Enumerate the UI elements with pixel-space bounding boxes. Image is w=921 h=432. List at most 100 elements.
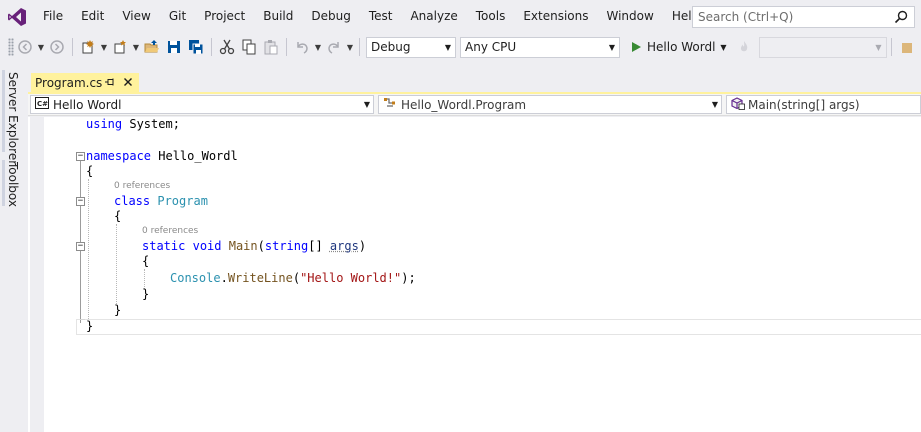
undo-icon[interactable] bbox=[291, 36, 313, 58]
menu-git[interactable]: Git bbox=[160, 0, 195, 33]
configuration-value: Debug bbox=[371, 40, 411, 54]
toolbox-tab[interactable]: Toolbox bbox=[6, 162, 20, 207]
menu-file[interactable]: File bbox=[34, 0, 72, 33]
code-line-using[interactable]: using System; bbox=[86, 117, 180, 132]
code-line-method[interactable]: static void Main(string[] args) bbox=[142, 239, 366, 254]
navigate-forward-icon[interactable] bbox=[46, 36, 68, 58]
keyword-static: static bbox=[142, 239, 186, 253]
code-line-brace[interactable]: { bbox=[114, 209, 121, 224]
paste-icon[interactable] bbox=[260, 36, 282, 58]
menu-project[interactable]: Project bbox=[195, 0, 254, 33]
keyword-class: class bbox=[114, 194, 151, 208]
codelens-references[interactable]: 0 references bbox=[114, 181, 170, 191]
document-tab-strip: Program.cs bbox=[28, 68, 921, 94]
menu-test[interactable]: Test bbox=[360, 0, 402, 33]
codelens-references[interactable]: 0 references bbox=[142, 226, 198, 236]
redo-icon[interactable] bbox=[323, 36, 345, 58]
type-select[interactable]: Hello_Wordl.Program ▼ bbox=[378, 95, 722, 114]
menu-analyze[interactable]: Analyze bbox=[401, 0, 466, 33]
standard-toolbar: ▼ ▼ ▼ ▼ ▼ Debug ▼ Any CPU ▼ Hello Wordl … bbox=[0, 33, 921, 61]
save-all-icon[interactable] bbox=[185, 36, 207, 58]
search-icon[interactable] bbox=[894, 10, 908, 27]
search-input[interactable]: Search (Ctrl+Q) bbox=[692, 6, 915, 28]
code-line-brace[interactable]: } bbox=[114, 303, 121, 318]
chevron-down-icon[interactable]: ▼ bbox=[36, 36, 46, 58]
code-line-brace[interactable]: } bbox=[86, 319, 93, 334]
left-tool-window-rail: Server Explorer Toolbox bbox=[0, 68, 28, 432]
navigate-back-icon[interactable] bbox=[14, 36, 36, 58]
code-line-brace[interactable]: { bbox=[86, 164, 93, 179]
chevron-down-icon[interactable]: ▼ bbox=[720, 43, 726, 52]
save-icon[interactable] bbox=[163, 36, 185, 58]
class-name: Program bbox=[157, 194, 208, 208]
outline-end-tick bbox=[80, 319, 85, 320]
code-line-class[interactable]: class Program bbox=[114, 194, 208, 209]
server-explorer-tab-bar bbox=[2, 70, 5, 152]
string-literal: "Hello World!" bbox=[300, 271, 402, 285]
svg-text:C#: C# bbox=[37, 100, 48, 108]
solution-configuration-select[interactable]: Debug ▼ bbox=[366, 36, 456, 58]
keyword-void: void bbox=[192, 239, 222, 253]
member-value: Main(string[] args) bbox=[748, 97, 860, 112]
chevron-down-icon[interactable]: ▼ bbox=[131, 36, 141, 58]
array-brackets: [] bbox=[308, 239, 330, 253]
start-debugging-button[interactable]: Hello Wordl ▼ bbox=[626, 36, 731, 58]
hot-reload-icon[interactable] bbox=[733, 36, 755, 58]
pin-icon[interactable] bbox=[104, 76, 116, 91]
solution-platform-select[interactable]: Any CPU ▼ bbox=[460, 36, 620, 58]
tab-program-cs[interactable]: Program.cs bbox=[31, 73, 139, 93]
copy-icon[interactable] bbox=[238, 36, 260, 58]
platform-value: Any CPU bbox=[465, 40, 517, 54]
menu-build[interactable]: Build bbox=[254, 0, 302, 33]
hot-reload-select[interactable]: ▼ bbox=[758, 36, 887, 58]
chevron-down-icon[interactable]: ▼ bbox=[313, 36, 323, 58]
menu-view[interactable]: View bbox=[113, 0, 159, 33]
code-editor[interactable]: − − − using System; namespace Hello_Word… bbox=[28, 117, 921, 432]
menu-extensions[interactable]: Extensions bbox=[514, 0, 597, 33]
keyword-namespace: namespace bbox=[86, 149, 152, 163]
chevron-down-icon[interactable]: ▼ bbox=[345, 36, 355, 58]
toolbar-overflow-icon[interactable] bbox=[896, 36, 918, 58]
class-icon bbox=[383, 97, 397, 112]
csharp-project-icon: C# bbox=[35, 97, 49, 112]
indent-guide bbox=[88, 179, 89, 319]
namespace-name: Hello_Wordl bbox=[151, 149, 238, 163]
visual-studio-logo-icon[interactable] bbox=[0, 0, 34, 33]
chevron-down-icon[interactable]: ▼ bbox=[609, 38, 615, 57]
collapse-method-icon[interactable]: − bbox=[76, 242, 85, 251]
member-dot: . bbox=[220, 271, 228, 285]
member-select[interactable]: Main(string[] args) bbox=[726, 95, 921, 114]
type-value: Hello_Wordl.Program bbox=[401, 97, 527, 112]
chevron-down-icon[interactable]: ▼ bbox=[445, 38, 451, 57]
code-line-namespace[interactable]: namespace Hello_Wordl bbox=[86, 149, 238, 164]
toolbar-separator bbox=[72, 38, 73, 56]
chevron-down-icon[interactable]: ▼ bbox=[364, 96, 370, 113]
indicator-margin[interactable] bbox=[30, 117, 44, 432]
collapse-class-icon[interactable]: − bbox=[76, 197, 85, 206]
chevron-down-icon[interactable]: ▼ bbox=[99, 36, 109, 58]
code-line-brace[interactable]: { bbox=[142, 254, 149, 269]
collapse-namespace-icon[interactable]: − bbox=[76, 152, 85, 161]
menu-bar: File Edit View Git Project Build Debug T… bbox=[0, 0, 921, 33]
code-line-writeline[interactable]: Console.WriteLine("Hello World!"); bbox=[170, 271, 416, 286]
menu-edit[interactable]: Edit bbox=[72, 0, 113, 33]
cut-icon[interactable] bbox=[216, 36, 238, 58]
close-icon[interactable] bbox=[122, 76, 134, 91]
open-file-icon[interactable] bbox=[141, 36, 163, 58]
chevron-down-icon[interactable]: ▼ bbox=[875, 38, 881, 57]
menu-window[interactable]: Window bbox=[598, 0, 663, 33]
new-project-icon[interactable] bbox=[77, 36, 99, 58]
menu-tools[interactable]: Tools bbox=[467, 0, 515, 33]
server-explorer-tab[interactable]: Server Explorer bbox=[6, 72, 20, 165]
add-item-icon[interactable] bbox=[109, 36, 131, 58]
code-line-brace[interactable]: } bbox=[142, 287, 149, 302]
using-target: System; bbox=[122, 117, 180, 131]
project-select[interactable]: C# Hello Wordl ▼ bbox=[30, 95, 374, 114]
toolbar-separator bbox=[359, 38, 360, 56]
toolbar-separator bbox=[890, 38, 892, 56]
search-placeholder: Search (Ctrl+Q) bbox=[698, 10, 794, 24]
tab-title: Program.cs bbox=[35, 76, 103, 90]
chevron-down-icon[interactable]: ▼ bbox=[712, 96, 718, 113]
menu-debug[interactable]: Debug bbox=[302, 0, 359, 33]
method-icon bbox=[731, 96, 745, 113]
